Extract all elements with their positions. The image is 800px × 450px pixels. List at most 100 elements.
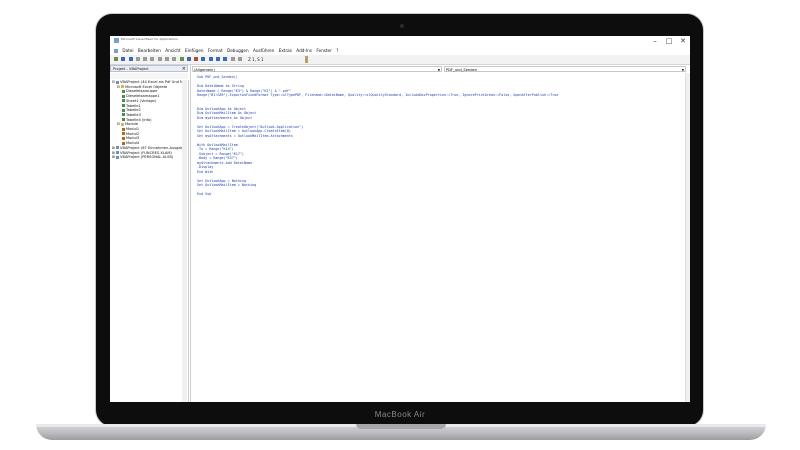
expand-toggle-icon[interactable]: ⊟ [117,85,120,89]
camera-icon [400,24,404,28]
tree-item-label: Dieseletsamappe1 [126,94,160,99]
tree-item[interactable]: Modul3 [122,136,139,140]
expand-toggle-icon[interactable]: ⊟ [117,122,120,126]
tree-item-label: VBAProject (44 Excel als Pdf Und Ma [120,80,186,84]
code-scrollbar[interactable] [685,73,690,402]
tree-item[interactable]: Tabelle4 (Info) [122,118,152,122]
project-pane-title: Projekt - VBAProject × [110,65,188,72]
redo-icon[interactable] [172,57,177,61]
menu-format[interactable]: Format [208,48,223,53]
tree-item-label: Tabelle2 [126,108,141,113]
menu-bearbeiten[interactable]: Bearbeiten [138,48,161,53]
project-pane-toolbar [110,73,188,88]
tree-item-label: Tabelle1 [126,103,141,108]
find-icon[interactable] [157,57,162,61]
tree-item[interactable]: Tabelle3 [122,113,141,117]
cut-icon[interactable] [135,57,140,61]
tree-item[interactable]: Dieseletsamappe1 [122,94,160,98]
tree-item[interactable]: Dieseletsarouppe [122,89,157,93]
project-pane-close-icon[interactable]: × [182,66,186,73]
code-pane: (Allgemein) ▼ PDF_und_Senden ▼ Sub PDF_u… [190,65,690,402]
expand-toggle-icon[interactable]: ⊞ [112,146,115,150]
tree-item[interactable]: Modul2 [122,132,139,136]
laptop-notch [356,424,446,429]
expand-toggle-icon[interactable]: ⊞ [112,155,115,159]
tree-item-label: Dieseletsarouppe [126,89,158,94]
copy-icon[interactable] [143,57,148,61]
vba-app-icon [114,38,119,43]
expand-toggle-icon[interactable]: ⊞ [112,151,115,155]
menu-datei[interactable]: Datei [122,48,133,53]
sheet-icon [122,118,125,122]
help-icon[interactable] [237,57,242,61]
sheet-icon [122,104,125,107]
minimize-button[interactable]: – [648,36,662,46]
toolbar-grip[interactable] [305,56,308,63]
menu-help[interactable]: ? [336,48,338,53]
tree-item[interactable]: Modul4 [122,141,139,145]
tree-item[interactable]: Tabelle2 [122,108,141,112]
project-icon [116,155,120,159]
tree-item[interactable]: ⊟ Module [117,122,138,126]
excel-view-icon[interactable] [114,57,118,61]
sheet-icon [122,99,125,103]
tree-item[interactable]: ⊞ VBAProject (PERSONAL.XLSB) [112,155,173,159]
project-tree: ⊟ VBAProject (44 Excel als Pdf Und Ma ⊟ Mic… [110,80,189,402]
menu-einfuegen[interactable]: Einfügen [185,48,203,53]
insert-module-icon[interactable] [121,57,126,61]
tree-item[interactable]: ⊞ VBAProject (67 Einnahmen-Ausgabe [112,146,185,150]
tree-item[interactable]: Sheet1 (Vorlage) [122,99,156,103]
object-browser-icon[interactable] [223,57,228,61]
folder-icon [121,122,125,126]
screen: Microsoft Visual Basic for Applications … [110,36,690,402]
undo-icon[interactable] [164,57,169,61]
code-editor[interactable]: Sub PDF_und_Senden() Dim DateiName As Str… [197,75,687,197]
code-line: End Sub [197,192,212,196]
tree-item-label: Microsoft Excel Objekte [125,84,168,89]
menu-addins[interactable]: Add-Ins [296,48,312,53]
cursor-position: Z 1, S 1 [248,57,264,62]
tree-item-label: Module [125,122,139,127]
window-title: Microsoft Visual Basic for Applications [121,37,178,41]
maximize-button[interactable]: □ [662,36,676,46]
menu-bar: Datei Bearbeiten Ansicht Einfügen Format… [110,47,690,55]
menu-ansicht[interactable]: Ansicht [165,48,180,53]
sheet-icon [122,108,125,112]
project-icon [116,151,120,154]
folder-icon [121,85,125,89]
tree-item[interactable]: ⊞ VBAProject (FUNCRES.XLAM) [112,151,172,155]
tree-item-label: Modul2 [126,131,140,136]
sheet-icon [122,89,125,93]
menu-fenster[interactable]: Fenster [316,48,332,53]
tree-item-label: Modul4 [126,141,140,146]
tree-item-label: Modul1 [126,127,140,131]
menu-extras[interactable]: Extras [279,48,292,53]
paste-icon[interactable] [150,57,155,61]
tree-item[interactable]: ⊟ Microsoft Excel Objekte [117,85,167,89]
laptop: MacBook Air Microsoft Visual Basic for A… [0,0,800,450]
save-icon[interactable] [128,57,133,61]
run-icon[interactable] [179,57,184,61]
close-button[interactable]: ✕ [676,36,690,46]
tree-item[interactable]: Tabelle1 [122,104,141,108]
pause-icon[interactable] [186,57,191,61]
object-combo[interactable]: (Allgemein) ▼ [192,66,442,72]
title-bar: Microsoft Visual Basic for Applications … [110,36,690,46]
menu-debuggen[interactable]: Debuggen [227,48,249,53]
properties-icon[interactable] [215,57,220,61]
expand-toggle-icon[interactable]: ⊟ [112,80,115,84]
procedure-combo[interactable]: PDF_und_Senden ▼ [444,66,686,72]
project-pane-scrollbar[interactable] [182,80,187,402]
tree-item[interactable]: Modul1 [122,127,139,131]
toolbar: Z 1, S 1 [110,55,690,65]
stop-icon[interactable] [194,57,199,61]
tree-item[interactable]: ⊟ VBAProject (44 Excel als Pdf Und Ma [112,80,185,84]
project-explorer-icon[interactable] [208,57,213,61]
design-mode-icon[interactable] [201,57,206,61]
module-icon [122,136,125,140]
procedure-combo-value: PDF_und_Senden [446,68,477,72]
tree-item-label: Tabelle3 [126,112,141,117]
sheet-icon [122,113,125,117]
menu-ausfuehren[interactable]: Ausführen [253,48,274,53]
toolbox-icon[interactable] [230,57,235,61]
